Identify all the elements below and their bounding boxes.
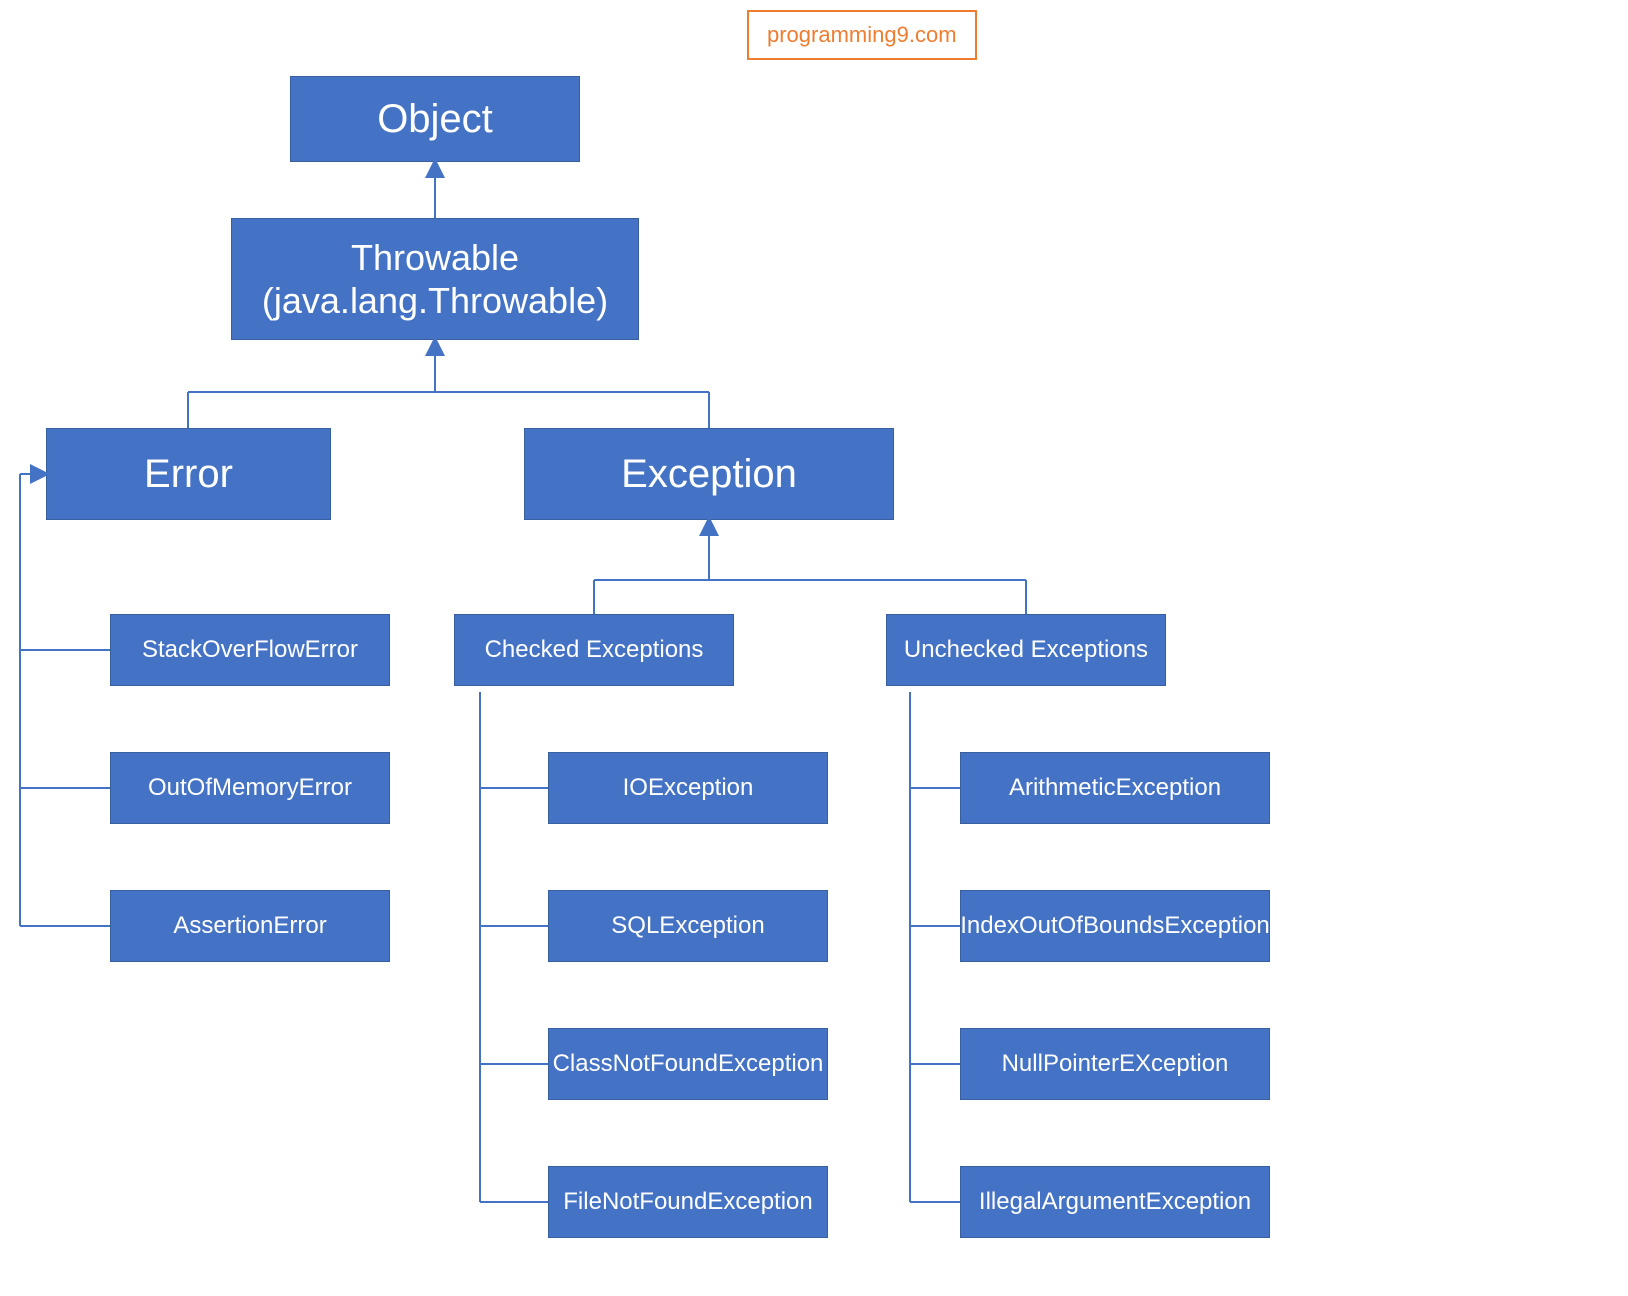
- node-throwable-line1: Throwable: [351, 236, 519, 279]
- node-classnotfound: ClassNotFoundException: [548, 1028, 828, 1100]
- node-indexoob: IndexOutOfBoundsException: [960, 890, 1270, 962]
- node-throwable: Throwable (java.lang.Throwable): [231, 218, 639, 340]
- node-exception: Exception: [524, 428, 894, 520]
- node-filenotfound: FileNotFoundException: [548, 1166, 828, 1238]
- node-assertion: AssertionError: [110, 890, 390, 962]
- node-unchecked: Unchecked Exceptions: [886, 614, 1166, 686]
- node-object: Object: [290, 76, 580, 162]
- node-arithmetic: ArithmeticException: [960, 752, 1270, 824]
- node-outofmemory: OutOfMemoryError: [110, 752, 390, 824]
- node-stackoverflow: StackOverFlowError: [110, 614, 390, 686]
- node-throwable-line2: (java.lang.Throwable): [262, 279, 608, 322]
- node-sqlexception: SQLException: [548, 890, 828, 962]
- node-illegalarg: IllegalArgumentException: [960, 1166, 1270, 1238]
- node-checked: Checked Exceptions: [454, 614, 734, 686]
- node-nullpointer: NullPointerEXception: [960, 1028, 1270, 1100]
- node-error: Error: [46, 428, 331, 520]
- node-ioexception: IOException: [548, 752, 828, 824]
- watermark-label: programming9.com: [747, 10, 977, 60]
